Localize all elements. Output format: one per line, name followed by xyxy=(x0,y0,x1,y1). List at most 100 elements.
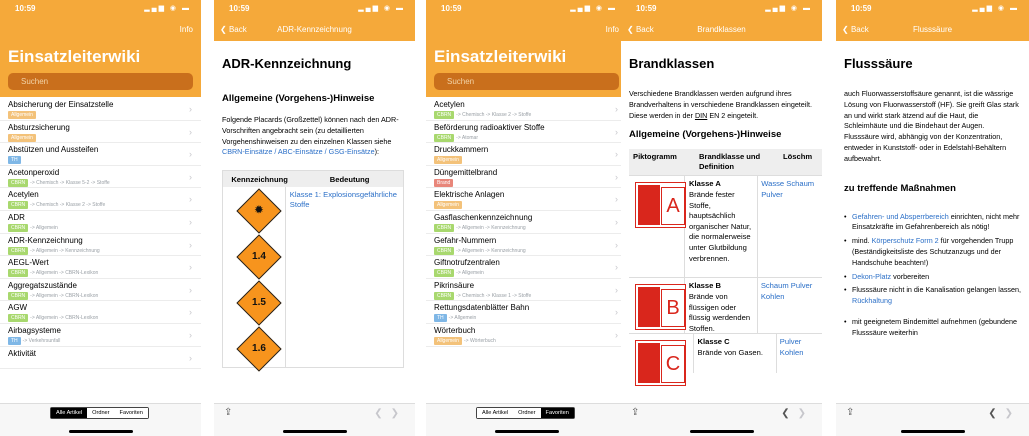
chevron-right-icon[interactable]: ❯ xyxy=(1005,408,1021,419)
placard-column: ✹ 1.4 1.5 1.6 xyxy=(223,187,286,372)
din-link[interactable]: DIN xyxy=(695,111,707,120)
list-item[interactable]: Acetylen CBRN -> Chemisch -> Klasse 2 -> S… xyxy=(0,188,201,211)
measure-item: mind. Körperschutz Form 2 für vorgehende… xyxy=(844,236,1021,268)
search-input[interactable]: Suchen xyxy=(434,73,619,90)
extinguishing-agents-link[interactable]: Wasse Schaum Pulver xyxy=(758,176,822,277)
list-item[interactable]: Pikrinsäure CBRN -> Chemisch -> Klasse 1 -… xyxy=(426,279,627,302)
list-item[interactable]: Druckkammern Allgemein › xyxy=(426,143,627,166)
list-item[interactable]: Beförderung radioaktiver Stoffe CBRN -> At… xyxy=(426,121,627,144)
category-path: -> Allgemein xyxy=(448,315,477,322)
chevron-right-icon[interactable]: ❯ xyxy=(798,408,814,419)
list-item[interactable]: Absicherung der Einsatzstelle Allgemein › xyxy=(0,98,201,121)
list-item[interactable]: Abstützen und Aussteifen TH › xyxy=(0,143,201,166)
list-item-subtitle: TH -> Verkehrsunfall xyxy=(8,336,201,345)
chevron-right-icon: › xyxy=(615,171,618,182)
list-item-subtitle xyxy=(8,360,201,368)
list-item[interactable]: ADR CBRN -> Allgemein › xyxy=(0,211,201,234)
chevron-right-icon: › xyxy=(615,284,618,295)
list-item[interactable]: Düngemittelbrand Brand › xyxy=(426,166,627,189)
nav-bar: Info xyxy=(0,17,201,41)
chevron-right-icon: › xyxy=(189,171,192,182)
article-content[interactable]: Brandklassen Verschiedene Brandklassen w… xyxy=(621,41,822,403)
list-item[interactable]: Gasflaschenkennzeichnung CBRN -> Allgemein… xyxy=(426,211,627,234)
favorites-list: Acetylen CBRN -> Chemisch -> Klasse 2 -> S… xyxy=(426,98,627,347)
chevron-right-icon[interactable]: ❯ xyxy=(391,408,407,419)
share-icon[interactable]: ⇪ xyxy=(846,407,854,418)
list-item[interactable]: Elektrische Anlagen Allgemein › xyxy=(426,188,627,211)
article-content[interactable]: Flusssäure auch Fluorwasserstoffsäure ge… xyxy=(836,41,1029,403)
category-path: -> Allgemein -> CBRN-Lexikon xyxy=(30,270,99,277)
chevron-left-icon[interactable]: ❮ xyxy=(374,408,390,419)
bottom-toolbar: ⇪ ❮❯ xyxy=(836,403,1029,436)
home-indicator xyxy=(689,430,754,433)
category-badge: CBRN xyxy=(434,133,455,142)
status-icons: ▂▄▆ ◉ ▬ xyxy=(765,5,812,12)
page-nav: ❮❯ xyxy=(374,408,407,419)
pictogram-cell: B xyxy=(629,278,686,334)
list-item[interactable]: Acetylen CBRN -> Chemisch -> Klasse 2 -> S… xyxy=(426,98,627,121)
klasse-1-link[interactable]: Klasse 1: Explosionsgefährliche Stoffe xyxy=(286,187,403,367)
tab-favorites[interactable]: Favoriten xyxy=(540,408,574,418)
category-badge: CBRN xyxy=(8,223,29,232)
status-time: 10:59 xyxy=(441,4,462,13)
list-item[interactable]: Airbagsysteme TH -> Verkehrsunfall › xyxy=(0,324,201,347)
fire-class-title: Klasse B xyxy=(688,281,721,291)
fire-class-letter: B xyxy=(661,289,685,328)
list-item[interactable]: Giftnotrufzentralen CBRN -> Allgemein › xyxy=(426,256,627,279)
list-item-title: Wörterbuch xyxy=(434,325,476,335)
search-input[interactable]: Suchen xyxy=(8,73,193,90)
flame-icon xyxy=(638,343,660,384)
table-header: Piktogramm Brandklasse und Definition Lö… xyxy=(629,149,822,176)
measure-link[interactable]: Körperschutz Form 2 xyxy=(872,236,939,245)
list-item[interactable]: Rettungsdatenblätter Bahn TH -> Allgemein › xyxy=(426,301,627,324)
chevron-right-icon: › xyxy=(189,149,192,160)
measure-text: mind. xyxy=(852,236,872,246)
screen-article-list: 10:59 ▂▄▆ ◉ ▬ Info Einsatzleiterwiki Suc… xyxy=(0,0,201,436)
extinguishing-agents-link[interactable]: Pulver Kohlen xyxy=(777,334,822,373)
article-content[interactable]: ADR-Kennzeichnung Allgemeine (Vorgehens-… xyxy=(214,41,415,403)
list-item[interactable]: Wörterbuch Allgemein -> Wörterbuch › xyxy=(426,324,627,347)
list-item-title: AEGL-Wert xyxy=(8,258,49,268)
list-item[interactable]: Absturzsicherung Allgemein › xyxy=(0,121,201,144)
chevron-right-icon: › xyxy=(189,126,192,137)
info-button[interactable]: Info xyxy=(606,25,619,34)
measure-text: vorbereiten xyxy=(891,271,930,281)
list-item[interactable]: Aggregatszustände CBRN -> Allgemein -> CBR… xyxy=(0,279,201,302)
list-item-title: Absturzsicherung xyxy=(8,122,70,132)
table-row: B Klasse B Brände von flüssigen oder flüss… xyxy=(629,277,822,334)
measure-link[interactable]: Dekon-Platz xyxy=(852,272,891,281)
list-item[interactable]: AGW CBRN -> Allgemein -> CBRN-Lexikon › xyxy=(0,301,201,324)
list-item[interactable]: Aktivität › xyxy=(0,347,201,370)
info-button[interactable]: Info xyxy=(180,25,193,34)
list-item[interactable]: ADR-Kennzeichnung CBRN -> Allgemein -> Ken… xyxy=(0,234,201,257)
tab-folders[interactable]: Ordner xyxy=(513,408,541,418)
status-time: 10:59 xyxy=(636,4,657,13)
tab-folders[interactable]: Ordner xyxy=(87,408,115,418)
chevron-right-icon: › xyxy=(189,307,192,318)
extinguishing-agents-link[interactable]: Schaum Pulver Kohlen xyxy=(758,278,822,333)
chevron-right-icon: › xyxy=(189,239,192,250)
tab-favorites[interactable]: Favoriten xyxy=(114,408,148,418)
article-list: Absicherung der Einsatzstelle Allgemein › A… xyxy=(0,98,201,370)
measure-link[interactable]: Rückhaltung xyxy=(852,296,892,305)
tab-all-articles[interactable]: Alle Artikel xyxy=(477,408,514,418)
chevron-right-icon: › xyxy=(189,329,192,340)
home-indicator xyxy=(68,430,133,433)
list-item[interactable]: AEGL-Wert CBRN -> Allgemein -> CBRN-Lexiko… xyxy=(0,256,201,279)
fire-class-description: Brände von flüssigen oder flüssig werden… xyxy=(688,291,751,333)
col-loeschmittel: Löschm xyxy=(783,152,813,162)
category-badge: TH xyxy=(8,336,21,345)
flame-icon xyxy=(638,287,660,328)
chevron-left-icon[interactable]: ❮ xyxy=(781,408,797,419)
measure-link[interactable]: Gefahren- und Absperrbereich xyxy=(852,212,949,221)
fire-class-title: Klasse A xyxy=(689,179,721,189)
chevron-left-icon[interactable]: ❮ xyxy=(988,408,1004,419)
tab-all-articles[interactable]: Alle Artikel xyxy=(51,408,88,418)
share-icon[interactable]: ⇪ xyxy=(631,407,639,418)
list-item[interactable]: Acetonperoxid CBRN -> Chemisch -> Klasse 5… xyxy=(0,166,201,189)
category-badge: CBRN xyxy=(8,246,29,255)
cbrn-link[interactable]: CBRN-Einsätze / ABC-Einsätze / GSG-Einsä… xyxy=(222,147,375,156)
list-item[interactable]: Gefahr-Nummern CBRN -> Allgemein -> Kennze… xyxy=(426,234,627,257)
list-item-subtitle: CBRN -> Allgemein -> Kennzeichnung xyxy=(434,223,627,232)
share-icon[interactable]: ⇪ xyxy=(224,407,232,418)
